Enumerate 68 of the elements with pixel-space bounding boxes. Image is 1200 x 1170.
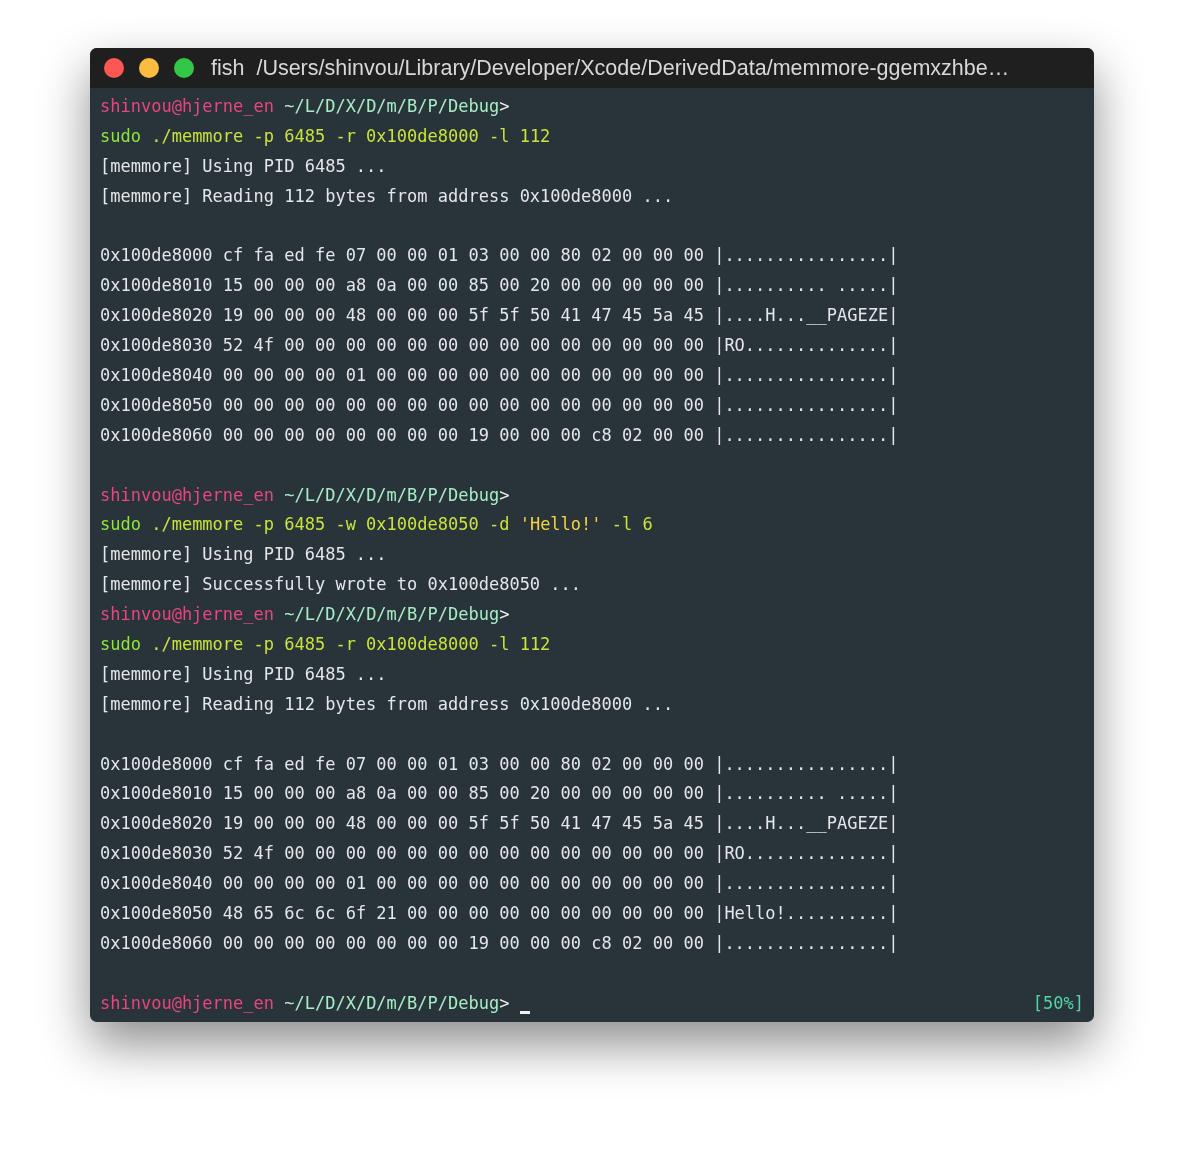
hex-ascii: |................| <box>714 932 899 953</box>
hex-bytes: 00 00 00 00 00 00 00 00 00 00 00 00 00 00 00 00 <box>222 394 704 415</box>
hex-ascii: |RO..............| <box>714 843 899 864</box>
hex-bytes: 48 65 6c 6c 6f 21 00 00 00 00 00 00 00 00 00 00 <box>222 903 704 923</box>
command-text: sudo ./memmore -p 6485 -w 0x100de8050 -d 'Hello!' -l 6 <box>100 514 653 535</box>
close-button[interactable] <box>104 58 124 78</box>
hex-address: 0x100de8040 <box>100 364 213 385</box>
minimize-button[interactable] <box>139 58 159 78</box>
hex-ascii: |....H...__PAGEZE| <box>714 813 899 834</box>
command-text: sudo ./memmore -p 6485 -r 0x100de8000 -l 112 <box>100 633 551 654</box>
output-text: [memmore] Successfully wrote to 0x100de8050 ... <box>100 574 582 595</box>
hex-ascii: |.......... .....| <box>714 275 899 296</box>
hex-ascii: |....H...__PAGEZE| <box>714 305 899 326</box>
output-text: [memmore] Reading 112 bytes from address 0x100de8000 ... <box>100 185 674 206</box>
status-indicator: [50%] <box>1032 992 1084 1013</box>
output-text: [memmore] Using PID 6485 ... <box>100 155 387 176</box>
hex-address: 0x100de8060 <box>100 932 213 953</box>
prompt-symbol: > <box>499 95 510 116</box>
hex-address: 0x100de8020 <box>100 305 213 326</box>
hex-bytes: 00 00 00 00 01 00 00 00 00 00 00 00 00 00 00 00 <box>222 873 704 894</box>
hex-address: 0x100de8040 <box>100 873 213 894</box>
prompt-path: ~/L/D/X/D/m/B/P/Debug <box>284 95 500 116</box>
hex-bytes: cf fa ed fe 07 00 00 01 03 00 00 80 02 00 00 00 <box>222 753 704 774</box>
hex-address: 0x100de8010 <box>100 275 213 296</box>
hex-address: 0x100de8000 <box>100 753 213 774</box>
prompt-user: shinvou@hjerne_en <box>100 484 274 505</box>
hex-address: 0x100de8030 <box>100 843 213 864</box>
prompt-symbol: > <box>499 604 510 625</box>
hex-ascii: |................| <box>714 364 899 385</box>
hex-bytes: 52 4f 00 00 00 00 00 00 00 00 00 00 00 00 00 00 <box>222 843 704 864</box>
hex-ascii: |................| <box>714 753 899 774</box>
prompt-path: ~/L/D/X/D/m/B/P/Debug <box>284 992 500 1013</box>
hex-bytes: cf fa ed fe 07 00 00 01 03 00 00 80 02 00 00 00 <box>222 245 704 266</box>
output-text: [memmore] Using PID 6485 ... <box>100 544 387 565</box>
prompt-path: ~/L/D/X/D/m/B/P/Debug <box>284 484 500 505</box>
hex-bytes: 19 00 00 00 48 00 00 00 5f 5f 50 41 47 45 5a 45 <box>222 305 704 326</box>
hex-address: 0x100de8060 <box>100 424 213 445</box>
prompt-user: shinvou@hjerne_en <box>100 604 274 625</box>
zoom-button[interactable] <box>174 58 194 78</box>
output-text: [memmore] Reading 112 bytes from address 0x100de8000 ... <box>100 693 674 714</box>
hex-ascii: |................| <box>714 873 899 894</box>
hex-bytes: 15 00 00 00 a8 0a 00 00 85 00 20 00 00 00 00 00 <box>222 783 704 804</box>
hex-ascii: |................| <box>714 394 899 415</box>
prompt-user: shinvou@hjerne_en <box>100 95 274 116</box>
hex-address: 0x100de8010 <box>100 783 213 804</box>
hex-bytes: 00 00 00 00 01 00 00 00 00 00 00 00 00 00 00 00 <box>222 364 704 385</box>
hex-bytes: 52 4f 00 00 00 00 00 00 00 00 00 00 00 00 00 00 <box>222 335 704 356</box>
prompt-user: shinvou@hjerne_en <box>100 992 274 1013</box>
hex-ascii: |Hello!..........| <box>714 903 899 923</box>
hex-bytes: 00 00 00 00 00 00 00 00 19 00 00 00 c8 02 00 00 <box>222 424 704 445</box>
prompt-symbol: > <box>499 484 510 505</box>
prompt-symbol: > <box>499 992 510 1013</box>
hex-address: 0x100de8000 <box>100 245 213 266</box>
hex-bytes: 00 00 00 00 00 00 00 00 19 00 00 00 c8 02 00 00 <box>222 932 704 953</box>
prompt-path: ~/L/D/X/D/m/B/P/Debug <box>284 604 500 625</box>
command-text: sudo ./memmore -p 6485 -r 0x100de8000 -l 112 <box>100 125 551 146</box>
hex-address: 0x100de8050 <box>100 394 213 415</box>
hex-address: 0x100de8050 <box>100 903 213 923</box>
hex-ascii: |................| <box>714 424 899 445</box>
output-text: [memmore] Using PID 6485 ... <box>100 663 387 684</box>
hex-bytes: 15 00 00 00 a8 0a 00 00 85 00 20 00 00 00 00 00 <box>222 275 704 296</box>
hex-address: 0x100de8020 <box>100 813 213 834</box>
hex-ascii: |RO..............| <box>714 335 899 356</box>
window-title: fish /Users/shinvou/Library/Developer/Xcode/DerivedData/memmore-ggemxzhbe… <box>211 55 1010 81</box>
hex-ascii: |................| <box>714 245 899 266</box>
hex-address: 0x100de8030 <box>100 335 213 356</box>
hex-bytes: 19 00 00 00 48 00 00 00 5f 5f 50 41 47 45 5a 45 <box>222 813 704 834</box>
hex-ascii: |.......... .....| <box>714 783 899 804</box>
